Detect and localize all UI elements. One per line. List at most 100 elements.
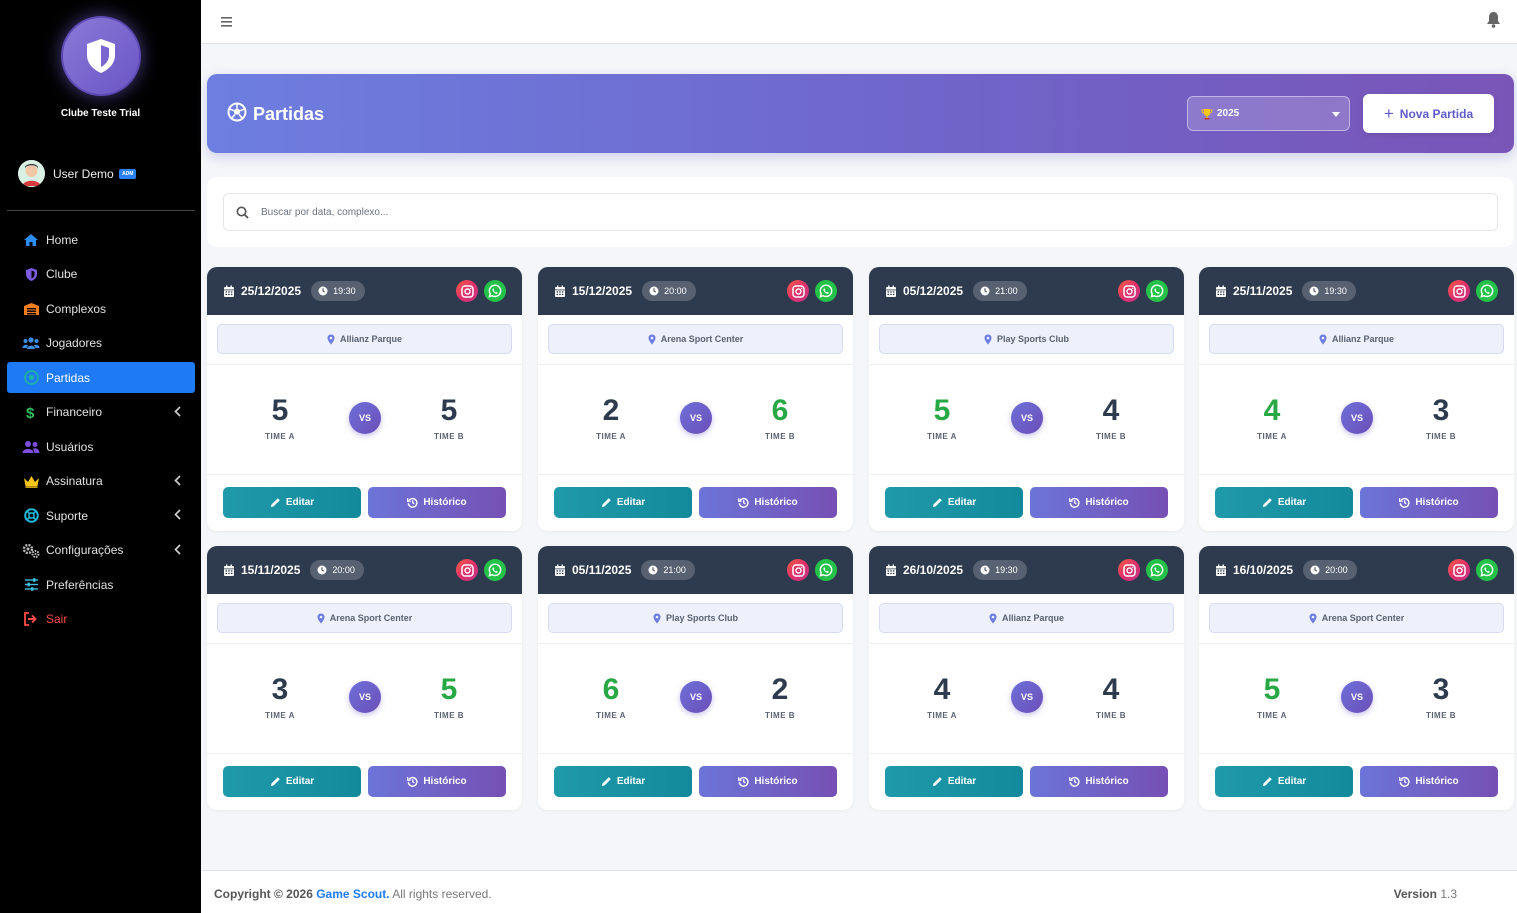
match-actions: Editar Histórico [869,475,1184,531]
footer-version: Version 1.3 [1394,887,1457,901]
sliders-icon [22,577,40,593]
history-button-label: Histórico [423,776,467,787]
bell-icon[interactable] [1486,11,1501,33]
match-time-badge: 21:00 [641,560,695,580]
sidebar-item-assinatura[interactable]: Assinatura [7,466,195,497]
match-time: 19:30 [995,565,1018,575]
sidebar-item-label: Financeiro [46,405,103,419]
match-date: 05/12/2025 [903,284,964,298]
club-shield-logo[interactable] [60,16,141,96]
sidebar-item-financeiro[interactable]: $ Financeiro [7,397,195,428]
history-button[interactable]: Histórico [1360,766,1498,797]
history-button[interactable]: Histórico [368,766,506,797]
match-card-header: 26/10/2025 19:30 [869,546,1184,594]
whatsapp-icon[interactable] [1476,559,1498,581]
history-button[interactable]: Histórico [1030,487,1168,518]
sidebar-item-configuracoes[interactable]: Configurações [7,535,195,566]
match-time-badge: 20:00 [642,281,696,301]
team-a-label: TIME A [927,432,957,441]
instagram-icon[interactable] [1448,559,1470,581]
team-a-label: TIME A [1257,711,1287,720]
match-venue: Arena Sport Center [217,603,512,633]
caret-down-icon [1332,112,1340,117]
edit-button[interactable]: Editar [554,766,692,797]
sidebar-item-suporte[interactable]: Suporte [7,500,195,531]
sidebar-item-sair[interactable]: Sair [7,604,195,635]
history-icon [1399,497,1415,508]
whatsapp-icon[interactable] [815,280,837,302]
history-button[interactable]: Histórico [1360,487,1498,518]
match-venue-name: Allianz Parque [339,334,402,344]
sidebar-item-home[interactable]: Home [7,224,195,255]
edit-button[interactable]: Editar [554,487,692,518]
sidebar-item-jogadores[interactable]: Jogadores [7,328,195,359]
chevron-left-icon[interactable] [174,509,181,523]
team-b-score: 5 [440,673,458,706]
whatsapp-icon[interactable] [815,559,837,581]
match-card-header: 15/12/2025 20:00 [538,267,853,315]
match-date: 15/12/2025 [572,284,633,298]
history-button[interactable]: Histórico [699,487,837,518]
user-name[interactable]: User Demo ADM [53,167,137,181]
edit-button[interactable]: Editar [223,766,361,797]
search-box[interactable] [223,193,1498,231]
edit-button[interactable]: Editar [1215,766,1353,797]
calendar-icon [554,285,566,298]
sidebar-item-clube[interactable]: Clube [7,259,195,290]
match-time: 20:00 [1325,565,1348,575]
history-button-label: Histórico [423,497,467,508]
edit-button[interactable]: Editar [1215,487,1353,518]
match-time: 21:00 [995,286,1018,296]
pencil-icon [601,497,617,508]
users-icon [22,335,40,351]
warehouse-icon [22,301,40,317]
whatsapp-icon[interactable] [1146,280,1168,302]
history-button[interactable]: Histórico [368,487,506,518]
sidebar-item-usuarios[interactable]: Usuários [7,431,195,462]
avatar[interactable] [18,160,45,187]
instagram-icon[interactable] [456,280,478,302]
instagram-icon[interactable] [1448,280,1470,302]
history-button[interactable]: Histórico [699,766,837,797]
edit-button[interactable]: Editar [885,766,1023,797]
chevron-left-icon[interactable] [174,405,181,420]
sidebar-item-partidas[interactable]: Partidas [7,362,195,393]
match-time: 21:00 [663,565,686,575]
instagram-icon[interactable] [456,559,478,581]
sidebar-item-preferencias[interactable]: Preferências [7,569,195,600]
share-buttons [1442,559,1498,581]
instagram-icon[interactable] [1118,559,1140,581]
clock-icon [317,565,332,575]
sidebar-item-label: Preferências [46,577,114,592]
search-icon [236,206,249,219]
pencil-icon [270,497,286,508]
whatsapp-icon[interactable] [484,280,506,302]
whatsapp-icon[interactable] [1146,559,1168,581]
edit-button[interactable]: Editar [223,487,361,518]
match-time: 20:00 [332,565,355,575]
hamburger-menu-icon[interactable] [221,14,232,32]
edit-button-label: Editar [616,497,646,508]
calendar-icon [885,564,897,577]
edit-button[interactable]: Editar [885,487,1023,518]
whatsapp-icon[interactable] [484,559,506,581]
sidebar-item-complexos[interactable]: Complexos [7,293,195,324]
history-button[interactable]: Histórico [1030,766,1168,797]
search-input[interactable] [261,206,1461,218]
user-panel[interactable]: User Demo ADM [18,160,137,187]
team-b: 5 TIME B [409,393,489,441]
year-select[interactable]: 2025 [1187,96,1350,131]
match-scoreboard: 2 TIME A VS 6 TIME B [538,365,853,475]
instagram-icon[interactable] [1118,280,1140,302]
game-scout-link[interactable]: Game Scout. [316,887,389,901]
whatsapp-icon[interactable] [1476,280,1498,302]
sidebar-item-label: Assinatura [46,474,103,488]
chevron-left-icon[interactable] [174,474,181,489]
new-match-button[interactable]: + Nova Partida [1363,94,1494,133]
chevron-left-icon[interactable] [174,543,181,558]
instagram-icon[interactable] [787,280,809,302]
match-actions: Editar Histórico [207,475,522,531]
year-select-value: 2025 [1217,108,1240,119]
instagram-icon[interactable] [787,559,809,581]
sidebar-item-label: Clube [46,267,78,281]
